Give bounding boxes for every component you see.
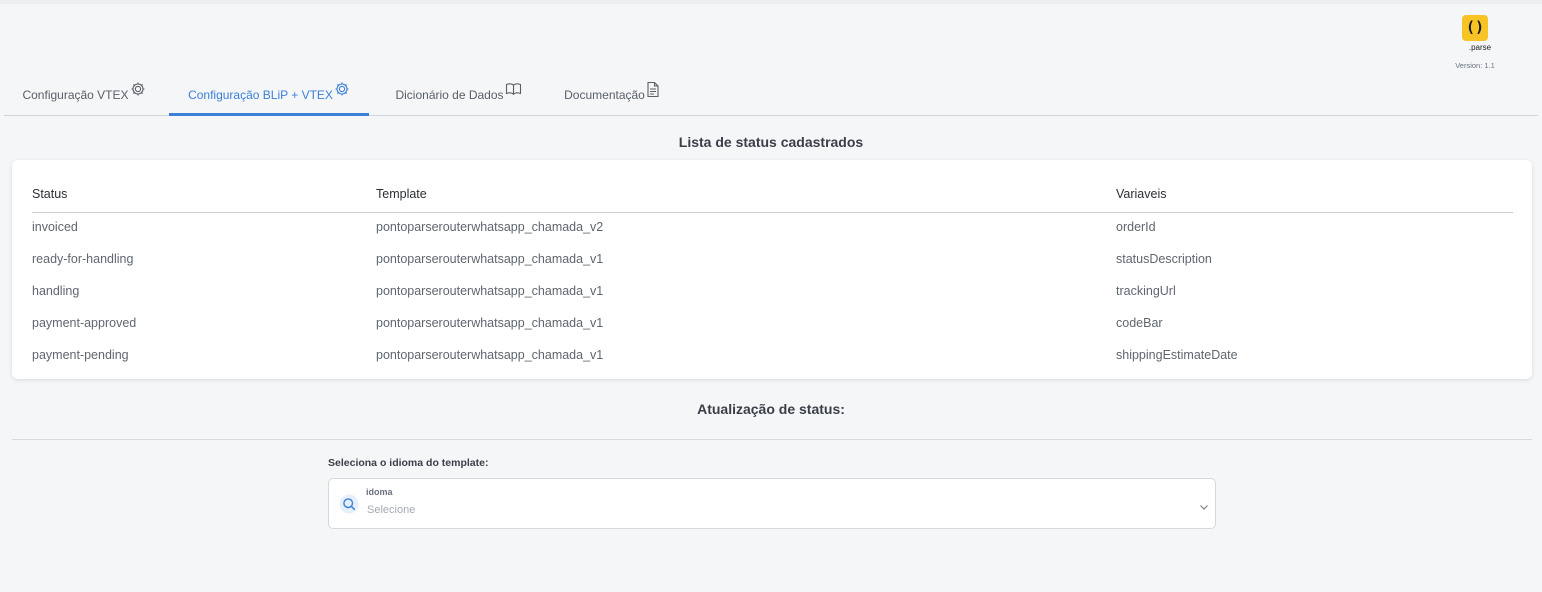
table-header: Status Template Variaveis — [32, 185, 1513, 213]
gear-icon — [334, 81, 350, 100]
table-row: payment-pending pontoparserouterwhatsapp… — [32, 340, 1513, 372]
cell-template: pontoparserouterwhatsapp_chamada_v1 — [376, 252, 604, 266]
cell-variavel: trackingUrl — [1116, 284, 1176, 298]
header-template: Template — [376, 187, 427, 201]
tab-label: Configuração VTEX — [22, 88, 129, 102]
cell-variavel: codeBar — [1116, 316, 1163, 330]
table-row: ready-for-handling pontoparserouterwhats… — [32, 244, 1513, 276]
book-icon — [505, 81, 522, 100]
tab-dicionario-de-dados[interactable]: Dicionário de Dados — [376, 72, 541, 116]
cell-status: payment-pending — [32, 348, 129, 362]
document-icon — [646, 81, 660, 101]
tab-label: Configuração BLiP + VTEX — [188, 88, 333, 102]
top-strip — [0, 0, 1542, 4]
search-icon — [339, 494, 359, 514]
cell-template: pontoparserouterwhatsapp_chamada_v2 — [376, 220, 604, 234]
tab-configuracao-blip-vtex[interactable]: Configuração BLiP + VTEX — [169, 72, 369, 116]
select-label: idoma — [366, 487, 393, 497]
language-field-label: Seleciona o idioma do template: — [328, 457, 489, 469]
table-row: payment-approved pontoparserouterwhatsap… — [32, 308, 1513, 340]
status-update-title: Atualização de status: — [697, 401, 845, 417]
chevron-down-icon[interactable] — [1199, 499, 1209, 510]
cell-status: ready-for-handling — [32, 252, 134, 266]
cell-template: pontoparserouterwhatsapp_chamada_v1 — [376, 284, 604, 298]
header-variaveis: Variaveis — [1116, 187, 1167, 201]
tab-configuracao-vtex[interactable]: Configuração VTEX — [4, 72, 164, 116]
brand-logo: () .parse Version: 1.1 — [1440, 15, 1510, 70]
cell-status: payment-approved — [32, 316, 137, 330]
section-divider — [12, 439, 1532, 440]
status-list-title: Lista de status cadastrados — [678, 134, 864, 150]
cell-status: handling — [32, 284, 80, 298]
tab-bar: Configuração VTEX Configuração BLiP + VT… — [4, 72, 1538, 116]
tab-documentacao[interactable]: Documentação — [547, 72, 677, 116]
cell-variavel: shippingEstimateDate — [1116, 348, 1238, 362]
tab-label: Dicionário de Dados — [395, 88, 504, 102]
version-label: Version: 1.1 — [1455, 61, 1495, 70]
logo-text: .parse — [1468, 43, 1492, 52]
cell-status: invoiced — [32, 220, 78, 234]
select-placeholder: Selecione — [367, 504, 416, 516]
language-select[interactable]: idoma Selecione — [328, 478, 1216, 529]
status-table-card: Status Template Variaveis invoiced ponto… — [12, 160, 1532, 379]
gear-icon — [130, 81, 146, 100]
table-row: invoiced pontoparserouterwhatsapp_chamad… — [32, 212, 1513, 244]
header-status: Status — [32, 187, 68, 201]
table-row: handling pontoparserouterwhatsapp_chamad… — [32, 276, 1513, 308]
tab-label: Documentação — [564, 88, 645, 102]
cell-template: pontoparserouterwhatsapp_chamada_v1 — [376, 316, 604, 330]
cell-variavel: orderId — [1116, 220, 1156, 234]
cell-template: pontoparserouterwhatsapp_chamada_v1 — [376, 348, 604, 362]
parse-logo-icon: () — [1462, 15, 1488, 41]
cell-variavel: statusDescription — [1116, 252, 1212, 266]
